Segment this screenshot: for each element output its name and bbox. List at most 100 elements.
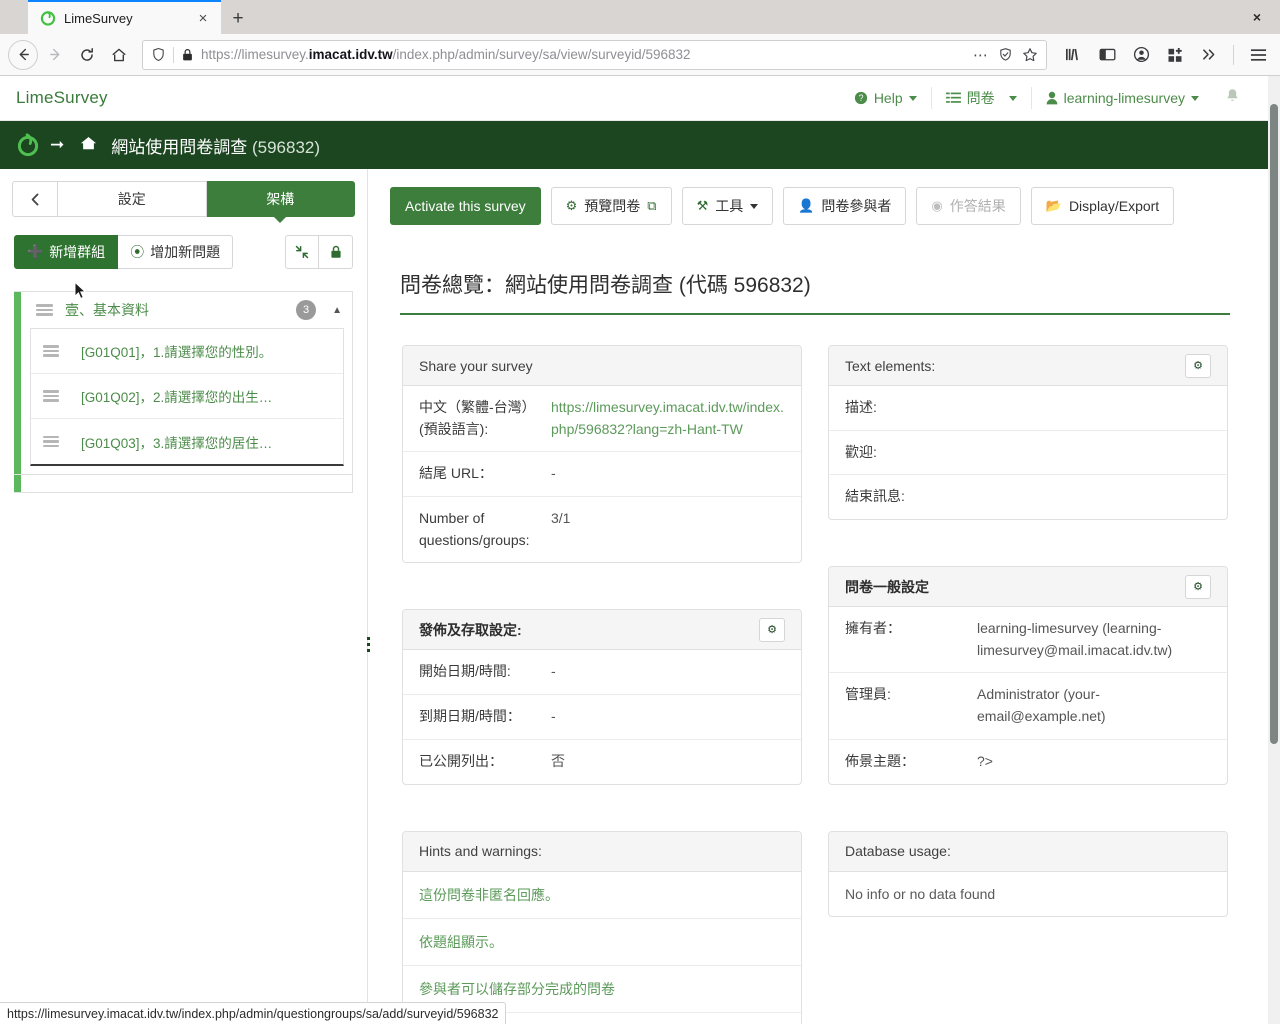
extensions-icon[interactable] [1161, 41, 1189, 69]
window-close-button[interactable]: × [1234, 0, 1280, 34]
tab-close-icon[interactable]: × [193, 8, 213, 28]
folder-icon: 📂 [1045, 198, 1062, 213]
row-label: 開始日期/時間: [419, 663, 511, 680]
bell-icon[interactable] [1213, 88, 1252, 108]
preview-survey-button[interactable]: ⚙ 預覽問卷 ⧉ [550, 187, 672, 225]
limesurvey-logo-icon[interactable] [16, 133, 40, 157]
table-row: Number of questions/groups: 3/1 [403, 497, 801, 562]
limesurvey-brand[interactable]: LimeSurvey [16, 88, 108, 108]
topbar-nav: ? Help 問卷 learning-limesurvey [840, 76, 1252, 121]
text-elements-panel-header: Text elements: ⚙ [829, 346, 1227, 386]
sidebar-icon[interactable] [1093, 41, 1121, 69]
add-group-label: 新增群組 [49, 244, 106, 260]
question-group-title[interactable]: 壹、基本資料 [65, 300, 284, 320]
list-item: 依題組顯示。 [403, 919, 801, 966]
list-item[interactable]: [G01Q03]，3.請選擇您的居住… [31, 419, 343, 464]
tab-title: LimeSurvey [64, 10, 133, 26]
question-label[interactable]: [G01Q01]，1.請選擇您的性別。 [81, 341, 272, 361]
tabstrip-left-filler [0, 0, 28, 34]
surveys-menu[interactable]: 問卷 [932, 76, 1009, 121]
admin-value: Administrator (your-email@example.net) [977, 686, 1106, 725]
surveys-label: 問卷 [966, 90, 995, 106]
add-question-button[interactable]: ⦿ 增加新問題 [118, 235, 234, 269]
user-menu[interactable]: learning-limesurvey [1032, 76, 1213, 121]
survey-public-url[interactable]: https://limesurvey.imacat.idv.tw/index.p… [551, 397, 785, 440]
share-panel-title: Share your survey [403, 346, 801, 386]
browser-tab[interactable]: LimeSurvey × [28, 0, 221, 34]
drag-handle-icon[interactable] [43, 345, 59, 357]
table-row: 結尾 URL： - [403, 452, 801, 498]
survey-breadcrumb-bar: ➞ 網站使用問卷調查 (596832) [0, 121, 1268, 169]
sidebar-resize-handle[interactable] [363, 629, 373, 659]
table-row: 到期日期/時間： - [403, 695, 801, 740]
drag-handle-icon[interactable] [43, 435, 59, 448]
page-scrollbar[interactable] [1268, 76, 1280, 1024]
forward-button[interactable] [40, 40, 70, 70]
plus-icon: ➕ [27, 244, 44, 259]
page-actions-icon[interactable]: ⋯ [973, 46, 989, 64]
gear-icon[interactable]: ⚙ [1185, 353, 1211, 378]
table-row: 開始日期/時間: - [403, 650, 801, 696]
help-circle-icon: ? [854, 91, 867, 105]
urlbar-action-icons: ⋯ [973, 46, 1038, 64]
bookmark-star-icon[interactable] [1022, 47, 1038, 63]
display-export-button[interactable]: 📂 Display/Export [1030, 187, 1175, 225]
text-elements-panel: Text elements: ⚙ 描述: 歡迎: 結束訊息: [828, 345, 1228, 521]
surveys-chevron-down-icon[interactable] [1008, 95, 1017, 101]
library-icon[interactable] [1059, 41, 1087, 69]
status-bar-link-preview: https://limesurvey.imacat.idv.tw/index.p… [0, 1002, 507, 1024]
user-icon [1046, 91, 1058, 105]
gear-icon[interactable]: ⚙ [759, 617, 785, 642]
drag-handle-icon[interactable] [43, 390, 59, 402]
sidebar-item-structure[interactable]: 架構 [206, 181, 355, 217]
row-label: 擁有者： [845, 620, 901, 637]
participants-label: 問卷參與者 [821, 198, 892, 214]
question-label[interactable]: [G01Q02]，2.請選擇您的出生… [81, 386, 272, 406]
group-accent-bar-tail [14, 475, 21, 492]
gear-icon[interactable]: ⚙ [1185, 574, 1211, 599]
reload-button[interactable] [72, 40, 102, 70]
back-button[interactable] [8, 39, 38, 70]
reader-shield-icon[interactable] [998, 47, 1013, 62]
publication-panel: 發佈及存取設定: ⚙ 開始日期/時間: - 到期日期/時間： - 已公開列出： … [402, 609, 802, 785]
collapse-arrows-icon[interactable] [285, 235, 319, 269]
lock-icon [183, 48, 192, 60]
question-label[interactable]: [G01Q03]，3.請選擇您的居住… [81, 432, 272, 452]
row-label: 結尾 URL： [419, 465, 493, 482]
end-url-value: - [551, 465, 556, 482]
explorer-tail [14, 475, 353, 493]
help-label: Help [873, 90, 903, 106]
overflow-icon[interactable] [1195, 41, 1223, 69]
menu-icon[interactable] [1244, 41, 1272, 69]
add-group-button[interactable]: ➕ 新增群組 [14, 235, 119, 269]
question-group-header[interactable]: 壹、基本資料 3 ▲ [14, 292, 352, 328]
scrollbar-thumb[interactable] [1270, 104, 1278, 744]
database-panel-title: Database usage: [829, 831, 1227, 872]
account-icon[interactable] [1127, 41, 1155, 69]
database-usage-panel: Database usage: No info or no data found [828, 830, 1228, 917]
publication-panel-header: 發佈及存取設定: ⚙ [403, 610, 801, 651]
row-label: 結束訊息: [845, 488, 905, 505]
overview-left-column: Share your survey 中文（繁體-台灣）(預設語言): https… [402, 345, 802, 1024]
chevron-up-icon[interactable]: ▲ [332, 305, 342, 316]
tools-menu-button[interactable]: ⚒ 工具 [681, 187, 774, 225]
sidebar-item-settings[interactable]: 設定 [58, 181, 207, 217]
activate-survey-button[interactable]: Activate this survey [390, 187, 541, 225]
list-item[interactable]: [G01Q01]，1.請選擇您的性別。 [31, 329, 343, 374]
row-label: 描述: [845, 399, 877, 415]
owner-value: learning-limesurvey (learning-limesurvey… [977, 620, 1173, 658]
home-button[interactable] [104, 40, 134, 70]
participants-button[interactable]: 👤 問卷參與者 [783, 187, 907, 225]
expiry-date-value: - [551, 708, 556, 725]
home-icon[interactable] [80, 135, 97, 155]
lock-icon[interactable] [319, 235, 353, 269]
drag-handle-icon[interactable] [36, 304, 53, 316]
overview-grid: Share your survey 中文（繁體-台灣）(預設語言): https… [402, 345, 1228, 1024]
list-item[interactable]: [G01Q02]，2.請選擇您的出生… [31, 374, 343, 419]
survey-toolbar: Activate this survey ⚙ 預覽問卷 ⧉ ⚒ 工具 � [390, 187, 1240, 225]
display-export-label: Display/Export [1068, 198, 1160, 214]
help-menu[interactable]: ? Help [840, 76, 931, 121]
sidebar-collapse-button[interactable] [12, 181, 58, 217]
address-bar[interactable]: https://limesurvey.imacat.idv.tw/index.p… [142, 39, 1047, 70]
new-tab-button[interactable]: + [221, 4, 255, 34]
